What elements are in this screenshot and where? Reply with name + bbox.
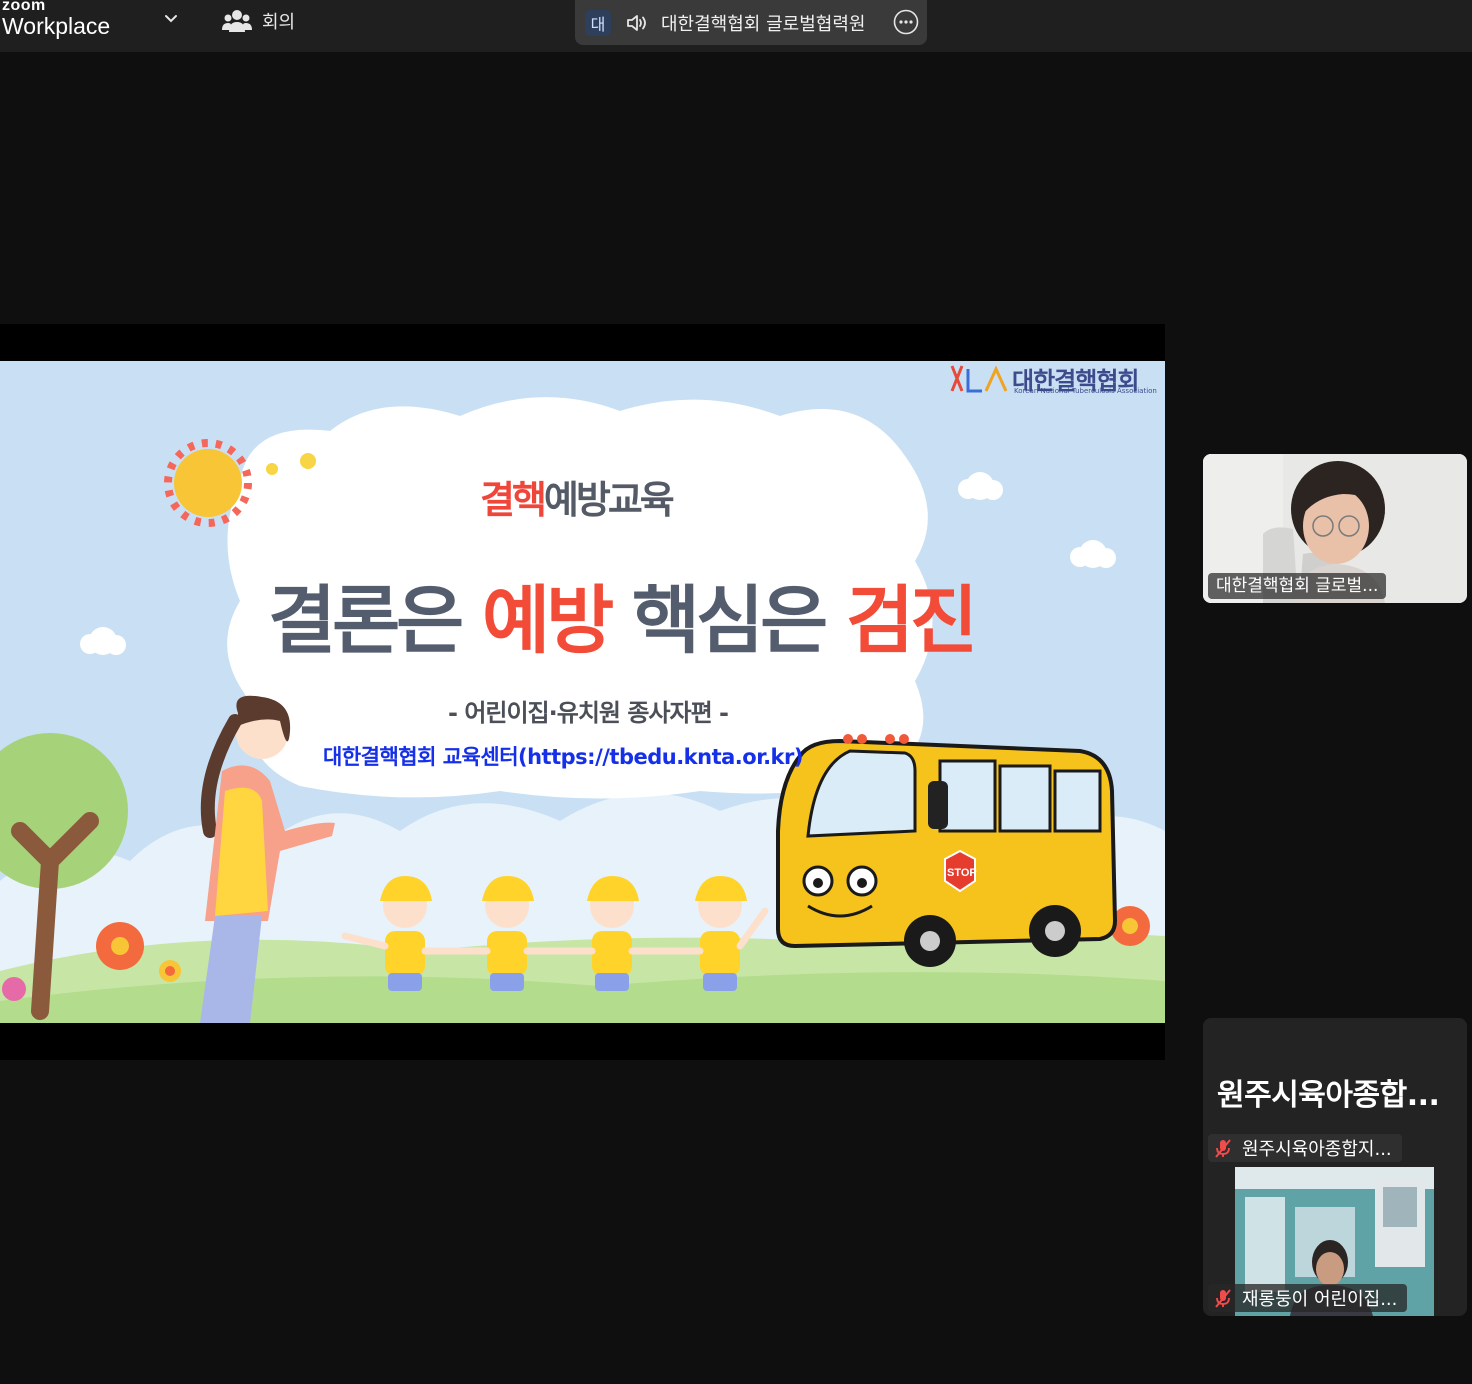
slide-link-text: 대한결핵협회 교육센터(https://tbedu.knta.or.kr)	[323, 745, 803, 769]
participant-card-name: 원주시육아종합...	[1217, 1078, 1440, 1113]
participant-video-tile[interactable]: 대한결핵협회 글로벌...	[1203, 454, 1467, 603]
participant-sub-name: 재롱둥이 어린이집...	[1242, 1289, 1398, 1310]
more-options-icon[interactable]	[893, 9, 919, 35]
participant-name-row: 원주시육아종합지...	[1208, 1134, 1402, 1162]
speaker-avatar: 대	[585, 9, 611, 36]
muted-mic-icon	[1215, 1139, 1231, 1158]
bus-stop-sign: STOP	[947, 867, 977, 879]
slide-illustration	[0, 361, 1165, 1023]
chevron-down-icon[interactable]	[162, 10, 180, 28]
brand-zoom: zoom	[2, 0, 46, 14]
participant-name-text: 원주시육아종합지...	[1242, 1139, 1392, 1160]
meetings-label: 회의	[262, 12, 296, 33]
kicker-red: 결핵	[480, 478, 547, 522]
active-speaker-pill[interactable]: 대 대한결핵협회 글로벌협력원	[575, 0, 927, 45]
slide-subtitle: - 어린이집·유치원 종사자편 -	[448, 699, 729, 727]
title-part-3: 핵심은	[610, 578, 846, 664]
slide-kicker: 결핵예방교육	[480, 469, 675, 524]
speaker-volume-icon	[627, 14, 646, 31]
participant-card-tile[interactable]: 원주시육아종합... 원주시육아종합지... 재롱둥이 어린이집...	[1203, 1018, 1467, 1316]
kicker-gray: 예방교육	[543, 478, 675, 522]
participant-name-label: 대한결핵협회 글로벌...	[1208, 573, 1387, 599]
zoom-workplace-logo[interactable]: zoom Workplace	[2, 0, 110, 38]
people-icon	[222, 10, 252, 32]
participant-sub-row: 재롱둥이 어린이집...	[1208, 1284, 1408, 1312]
muted-mic-icon	[1215, 1289, 1231, 1308]
title-part-2: 예방	[482, 578, 614, 664]
knta-logo-subtitle: Korean National Tuberculosis Association	[1014, 387, 1157, 395]
title-part-1: 결론은	[268, 578, 483, 664]
meetings-button[interactable]: 회의	[222, 6, 295, 36]
slide-title: 결론은 예방 핵심은 검진	[268, 561, 978, 668]
title-part-4: 검진	[845, 578, 978, 664]
shared-slide: 대한결핵협회 Korean National Tuberculosis Asso…	[0, 361, 1165, 1023]
top-bar: zoom Workplace 회의 대 대한결핵협회 글로벌협력원	[0, 0, 1472, 52]
speaker-name: 대한결핵협회 글로벌협력원	[661, 13, 866, 35]
brand-workplace: Workplace	[2, 13, 111, 39]
